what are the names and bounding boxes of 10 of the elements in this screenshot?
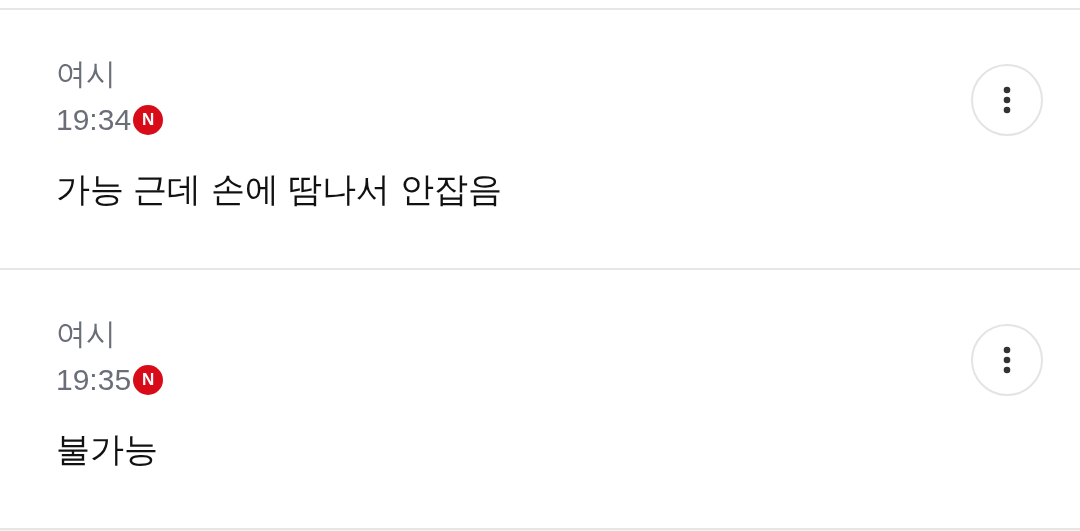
new-badge: N bbox=[133, 365, 164, 395]
more-icon bbox=[1003, 346, 1011, 374]
comment-time: 19:35 bbox=[56, 362, 132, 398]
more-icon bbox=[1003, 86, 1011, 114]
comment-text: 가능 근데 손에 땀나서 안잡음 bbox=[56, 169, 502, 210]
author-name: 여시 bbox=[56, 56, 116, 92]
comment-text: 불가능 bbox=[56, 429, 158, 470]
new-badge: N bbox=[133, 105, 164, 135]
comment-time: 19:34 bbox=[56, 102, 132, 138]
author-name: 여시 bbox=[56, 316, 116, 352]
